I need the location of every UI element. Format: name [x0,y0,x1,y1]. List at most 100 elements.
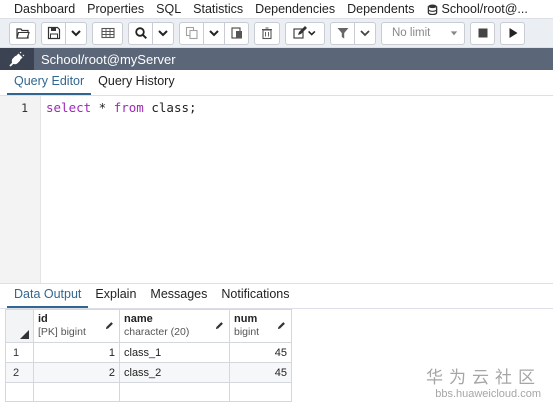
empty-cell[interactable] [229,382,292,402]
find-group [128,21,174,45]
execute-icon [509,28,517,38]
paste-icon [230,27,242,39]
column-type: character (20) [124,326,190,338]
plug-icon [9,51,25,67]
clipboard-group [179,21,249,45]
chevron-down-icon [209,30,219,37]
save-button[interactable] [41,21,66,45]
token-star: * [91,100,114,115]
dropdown-icon [450,31,458,36]
column-name: id [38,313,48,325]
tab-statistics[interactable]: Statistics [187,1,249,18]
row-limit-value: No limit [392,27,431,39]
empty-cell[interactable] [5,382,34,402]
copy-button[interactable] [179,21,204,45]
stop-icon [478,28,487,38]
sql-editor[interactable]: 1 select * from class; [0,96,553,283]
column-header-name[interactable]: name character (20) [119,309,230,343]
row-number[interactable]: 1 [5,342,34,363]
filter-options-button[interactable] [355,21,376,45]
search-icon [134,27,147,40]
empty-cell[interactable] [33,382,120,402]
column-header-id[interactable]: id [PK] bigint [33,309,120,343]
save-icon [47,26,60,40]
open-file-icon [15,28,30,39]
token-table: class; [143,100,197,115]
empty-new-row [5,382,292,402]
code-line: select * from class; [46,100,197,115]
row-number[interactable]: 2 [5,362,34,383]
select-all-corner[interactable] [5,309,34,343]
save-group [41,21,87,45]
tab-query-editor[interactable]: Query Editor [7,69,92,95]
delete-button[interactable] [254,21,280,45]
watermark: 华为云社区 bbs.huaweicloud.com [426,368,541,401]
chevron-down-icon [71,30,81,37]
cell-num[interactable]: 45 [229,342,292,363]
stop-button[interactable] [470,21,495,45]
tab-dependents[interactable]: Dependents [341,1,420,18]
empty-cell[interactable] [119,382,230,402]
pencil-icon [277,322,285,330]
pencil-icon [105,322,113,330]
tab-query-tool-label: School/root@... [441,1,528,16]
paste-button[interactable] [225,21,249,45]
chevron-down-icon [158,30,168,37]
find-button[interactable] [128,21,153,45]
cell-name[interactable]: class_1 [119,342,230,363]
editor-tabs: Query Editor Query History [0,70,553,96]
watermark-url: bbs.huaweicloud.com [435,388,541,400]
object-tabs: Dashboard Properties SQL Statistics Depe… [0,0,553,19]
copy-options-button[interactable] [204,21,225,45]
grid-header-row: id [PK] bigint name character (20) num b… [5,309,292,343]
save-options-button[interactable] [66,21,87,45]
table-row: 2 2 class_2 45 [5,362,292,383]
line-gutter: 1 [0,96,41,283]
cell-id[interactable]: 2 [33,362,120,383]
tab-dashboard[interactable]: Dashboard [0,1,81,18]
execute-button[interactable] [500,21,525,45]
query-tool-window: Dashboard Properties SQL Statistics Depe… [0,0,553,407]
corner-triangle-icon [20,330,29,339]
tab-notifications[interactable]: Notifications [214,283,296,308]
filter-icon [337,28,348,39]
row-limit-select[interactable]: No limit [381,21,465,45]
column-name: name [124,313,153,325]
tab-messages[interactable]: Messages [143,283,214,308]
line-number: 1 [21,101,28,115]
tab-data-output[interactable]: Data Output [7,283,89,308]
delete-icon [262,27,272,40]
edit-menu-button[interactable] [285,21,325,45]
open-file-button[interactable] [9,21,36,45]
connection-status[interactable] [0,48,34,70]
keyword-select: select [46,100,92,115]
chevron-down-icon [307,30,315,36]
tab-properties[interactable]: Properties [81,1,150,18]
table-icon [100,27,115,39]
column-type: [PK] bigint [38,326,86,338]
column-header-num[interactable]: num bigint [229,309,292,343]
copy-icon [185,26,198,40]
filter-button[interactable] [330,21,355,45]
cell-name[interactable]: class_2 [119,362,230,383]
keyword-from: from [113,100,144,115]
table-row: 1 1 class_1 45 [5,342,292,363]
output-tabs: Data Output Explain Messages Notificatio… [0,283,553,309]
tab-query-history[interactable]: Query History [91,69,181,95]
database-icon [427,3,437,15]
edit-grid-button[interactable] [92,21,123,45]
chevron-down-icon [360,30,370,37]
find-options-button[interactable] [153,21,174,45]
cell-id[interactable]: 1 [33,342,120,363]
tab-query-tool[interactable]: School/root@... [421,1,534,18]
result-grid: id [PK] bigint name character (20) num b… [5,309,292,402]
tab-sql[interactable]: SQL [150,1,187,18]
connection-bar: School/root@myServer [0,48,553,70]
cell-num[interactable]: 45 [229,362,292,383]
query-toolbar: No limit [0,19,553,48]
pencil-icon [215,322,223,330]
tab-explain[interactable]: Explain [88,283,143,308]
edit-icon [292,26,307,39]
tab-dependencies[interactable]: Dependencies [249,1,341,18]
watermark-title: 华为云社区 [426,368,541,388]
